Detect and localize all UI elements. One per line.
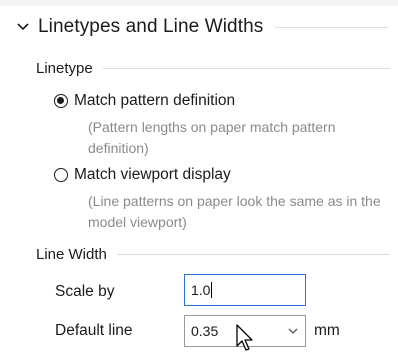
scale-by-label: Scale by (55, 283, 115, 300)
radio-match-viewport-display[interactable]: Match viewport display (54, 166, 231, 184)
line-width-group: Line Width (36, 246, 390, 263)
mouse-cursor-icon (236, 324, 253, 351)
chevron-down-icon[interactable] (287, 325, 299, 337)
linetype-group-divider (102, 68, 390, 69)
top-panel-edge (0, 0, 398, 6)
scale-by-value: 1.0 (191, 282, 211, 298)
radio-match-pattern-definition[interactable]: Match pattern definition (54, 92, 235, 110)
radio-button-checked[interactable] (54, 94, 68, 108)
linetype-group-label: Linetype (36, 60, 93, 77)
line-width-group-divider (116, 254, 390, 255)
line-width-group-label: Line Width (36, 246, 107, 263)
section-title: Linetypes and Line Widths (38, 16, 264, 37)
default-line-value: 0.35 (191, 323, 219, 339)
chevron-down-icon[interactable] (16, 20, 30, 34)
radio-label[interactable]: Match viewport display (74, 166, 231, 184)
scale-by-input[interactable]: 1.0 (184, 274, 306, 306)
radio-label[interactable]: Match pattern definition (74, 92, 235, 110)
linetype-group: Linetype (36, 60, 390, 77)
option-description: (Line patterns on paper look the same as… (88, 193, 381, 230)
unit-label: mm (314, 322, 340, 339)
default-line-label: Default line (55, 322, 133, 339)
text-caret (211, 282, 213, 298)
section-divider (275, 26, 388, 28)
linetypes-section-header[interactable]: Linetypes and Line Widths (16, 16, 388, 38)
option-description: (Pattern lengths on paper match pattern … (88, 119, 336, 156)
radio-button-unchecked[interactable] (54, 168, 68, 182)
